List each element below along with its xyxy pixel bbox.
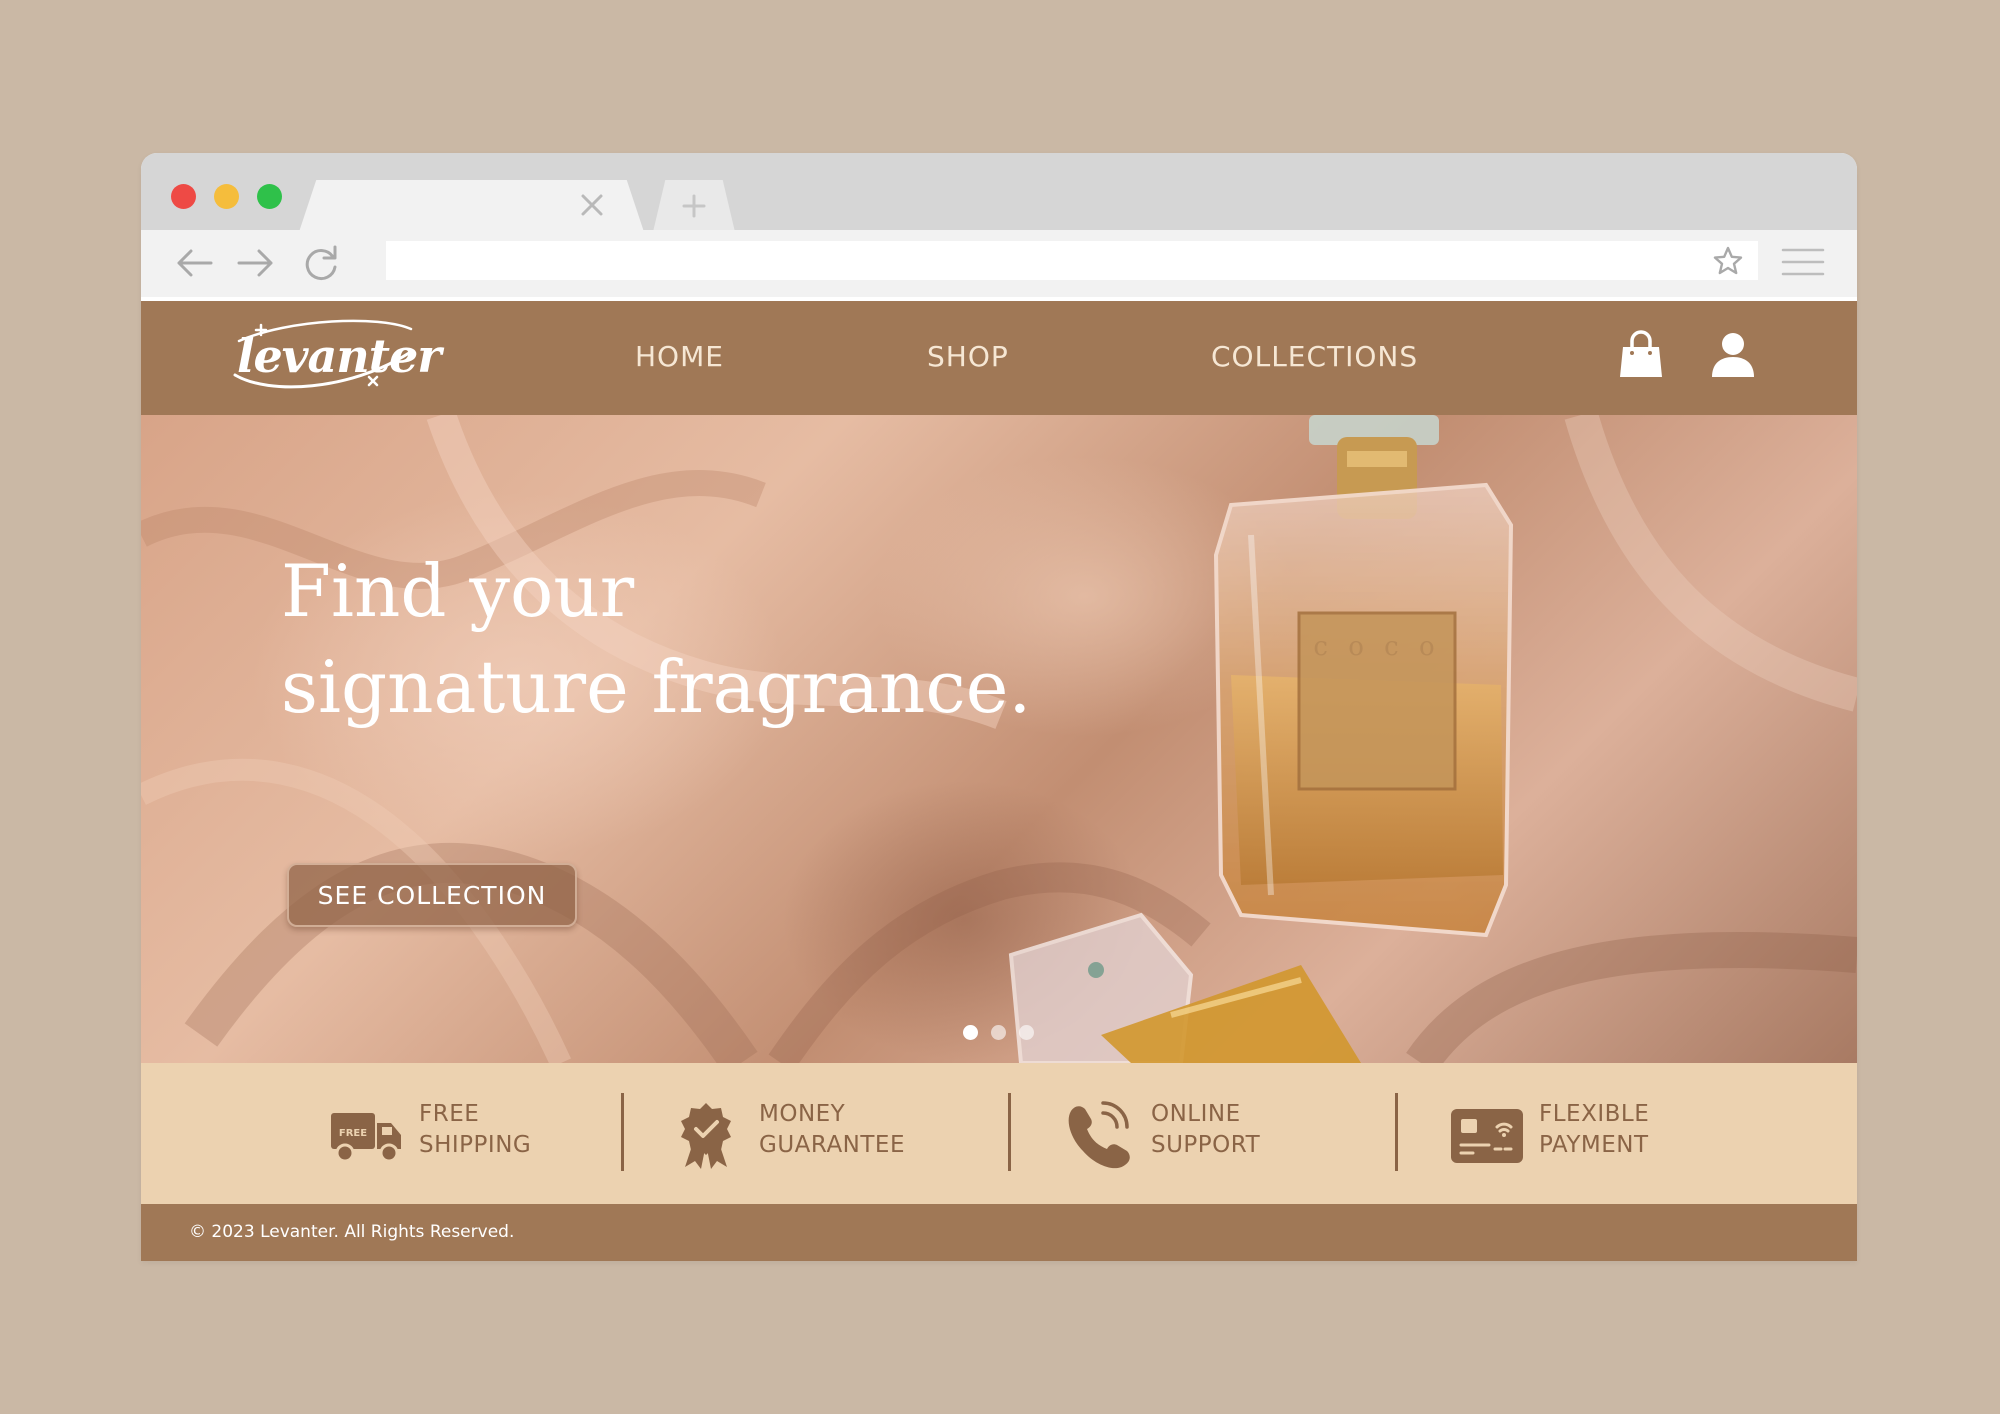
see-collection-button[interactable]: SEE COLLECTION	[287, 863, 577, 927]
brand-logo[interactable]: levanter	[229, 313, 441, 403]
arrow-right-icon[interactable]	[233, 241, 277, 285]
address-bar[interactable]	[386, 241, 1758, 280]
svg-text:c o c o: c o c o	[1313, 632, 1440, 662]
nav-home[interactable]: HOME	[635, 340, 724, 373]
feature-divider	[621, 1093, 624, 1171]
card-payment-icon	[1451, 1109, 1523, 1163]
close-icon[interactable]	[578, 191, 606, 219]
hero-headline-line2: signature fragrance.	[281, 645, 1032, 729]
hero-banner: c o c o Find your signature fragrance. S…	[141, 415, 1857, 1063]
feature-divider	[1395, 1093, 1398, 1171]
browser-toolbar	[141, 230, 1857, 301]
hero-headline-line1: Find your	[281, 549, 635, 633]
features-strip: FREE FREE SHIPPING MONEY GUARANTEE ONLIN…	[141, 1063, 1857, 1204]
feature-line2: GUARANTEE	[759, 1132, 905, 1158]
arrow-left-icon[interactable]	[173, 241, 217, 285]
close-window-button[interactable]	[171, 184, 196, 209]
browser-tab-bar	[141, 153, 1857, 232]
site-header: levanter HOME SHOP COLLECTIONS	[141, 301, 1857, 415]
carousel-dot-1[interactable]	[963, 1025, 978, 1040]
feature-line1: FLEXIBLE	[1539, 1101, 1650, 1127]
carousel-dot-2[interactable]	[991, 1025, 1006, 1040]
feature-line2: SHIPPING	[419, 1132, 532, 1158]
maximize-window-button[interactable]	[257, 184, 282, 209]
copyright-text: © 2023 Levanter. All Rights Reserved.	[189, 1222, 515, 1242]
carousel-dot-3[interactable]	[1019, 1025, 1034, 1040]
feature-divider	[1008, 1093, 1011, 1171]
nav-shop[interactable]: SHOP	[927, 340, 1009, 373]
hamburger-icon[interactable]	[1781, 242, 1825, 282]
feature-line2: PAYMENT	[1539, 1132, 1649, 1158]
shopping-bag-icon[interactable]	[1615, 329, 1667, 381]
award-badge-icon	[681, 1103, 731, 1169]
truck-icon-label: FREE	[339, 1128, 367, 1139]
browser-window: levanter HOME SHOP COLLECTIONS c o c o F…	[141, 153, 1857, 1261]
reload-icon[interactable]	[299, 241, 343, 285]
carousel-indicators	[963, 1025, 1034, 1041]
feature-line1: MONEY	[759, 1101, 846, 1127]
site-footer: © 2023 Levanter. All Rights Reserved.	[141, 1204, 1857, 1261]
star-icon[interactable]	[1712, 245, 1744, 277]
nav-collections[interactable]: COLLECTIONS	[1211, 340, 1418, 373]
feature-line1: ONLINE	[1151, 1101, 1241, 1127]
truck-icon: FREE	[331, 1113, 401, 1163]
feature-line1: FREE	[419, 1101, 480, 1127]
plus-icon[interactable]	[681, 193, 707, 219]
user-icon[interactable]	[1707, 329, 1759, 381]
hero-headline: Find your signature fragrance.	[281, 543, 1181, 735]
logo-text: levanter	[237, 329, 441, 383]
phone-icon	[1068, 1101, 1130, 1169]
hero-background-image: c o c o	[141, 415, 1857, 1063]
feature-line2: SUPPORT	[1151, 1132, 1261, 1158]
minimize-window-button[interactable]	[214, 184, 239, 209]
